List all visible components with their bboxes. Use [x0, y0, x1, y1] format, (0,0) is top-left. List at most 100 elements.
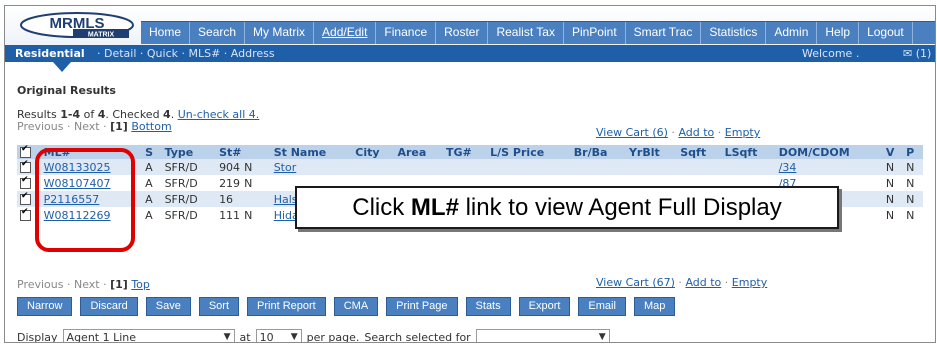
page-title: Original Results: [17, 84, 116, 97]
view-cart-link[interactable]: View Cart (67): [596, 276, 675, 289]
empty-link[interactable]: Empty: [732, 276, 767, 289]
column-header-yrblt[interactable]: YrBlt: [625, 145, 678, 159]
status-cell: A: [142, 159, 162, 175]
nav-tab-realist-tax[interactable]: Realist Tax: [488, 22, 564, 44]
br-ba-cell: [570, 159, 626, 175]
column-header-br-ba[interactable]: Br/Ba: [570, 145, 626, 159]
street-number-cell: 16: [216, 191, 271, 207]
nav-tab-smart-trac[interactable]: Smart Trac: [626, 22, 702, 44]
export-button[interactable]: Export: [518, 297, 571, 316]
v-cell: N: [882, 175, 904, 191]
discard-button[interactable]: Discard: [80, 297, 138, 316]
email-button[interactable]: Email: [578, 297, 626, 316]
type-cell: SFR/D: [161, 191, 217, 207]
street-name-link[interactable]: Stor: [270, 159, 353, 175]
chevron-down-icon: ▼: [598, 332, 606, 342]
sort-button[interactable]: Sort: [198, 297, 240, 316]
street-number-cell: 219 N: [216, 175, 271, 191]
top-link[interactable]: Top: [131, 278, 150, 291]
subnav-residential[interactable]: Residential: [15, 45, 85, 62]
column-header-st-name[interactable]: St Name: [270, 145, 353, 159]
column-header-tg-[interactable]: TG#: [442, 145, 488, 159]
matrix-window: MRMLS MATRIX Home Search My Matrix Add/Edit…: [4, 5, 936, 343]
callout-box: Click ML# link to view Agent Full Displa…: [295, 186, 839, 229]
v-cell: N: [882, 207, 904, 223]
add-to-link[interactable]: Add to: [678, 126, 714, 139]
status-cell: A: [142, 191, 162, 207]
action-buttons: Narrow Discard Save Sort Print Report CMA Prin…: [17, 297, 676, 316]
mail-icon[interactable]: ✉ (1): [903, 45, 931, 62]
nav-tab-home[interactable]: Home: [141, 22, 191, 44]
stats-button[interactable]: Stats: [465, 297, 511, 316]
p-cell: N: [903, 159, 923, 175]
column-header-p[interactable]: P: [903, 145, 923, 159]
uncheck-all-link[interactable]: Un-check all 4.: [178, 108, 260, 121]
dom-cdom-link[interactable]: /34: [775, 159, 883, 175]
lsqft-cell: [721, 159, 776, 175]
column-header-s[interactable]: S: [142, 145, 162, 159]
column-header-l-s-price[interactable]: L/S Price: [487, 145, 571, 159]
search-selected-select[interactable]: ▼: [475, 329, 610, 342]
street-number-cell: 111 N: [216, 207, 271, 223]
nav-tab-statistics[interactable]: Statistics: [701, 22, 767, 44]
map-button[interactable]: Map: [633, 297, 676, 316]
subnav-pointer: [53, 62, 71, 72]
mrmls-matrix-logo[interactable]: MRMLS MATRIX: [19, 12, 139, 40]
nav-tab-finance[interactable]: Finance: [376, 22, 437, 44]
view-cart-link[interactable]: View Cart (6): [596, 126, 668, 139]
save-button[interactable]: Save: [145, 297, 191, 316]
nav-tab-search[interactable]: Search: [190, 22, 246, 44]
nav-tab-add-edit[interactable]: Add/Edit: [314, 22, 377, 44]
nav-tab-my-matrix[interactable]: My Matrix: [245, 22, 315, 44]
type-cell: SFR/D: [161, 175, 217, 191]
area-cell: [394, 159, 443, 175]
tg-cell: [442, 159, 488, 175]
subnav-links[interactable]: · Detail · Quick · MLS# · Address: [97, 45, 275, 62]
column-header-city[interactable]: City: [352, 145, 395, 159]
add-to-link[interactable]: Add to: [685, 276, 721, 289]
column-header-lsqft[interactable]: LSqft: [721, 145, 776, 159]
column-header-type[interactable]: Type: [161, 145, 217, 159]
column-header-area[interactable]: Area: [394, 145, 443, 159]
table-row: W08133025ASFR/D904NStor/34NN: [17, 159, 923, 175]
p-cell: N: [903, 191, 923, 207]
display-format-select[interactable]: Agent 1 Line ▼: [62, 329, 235, 342]
status-cell: A: [142, 207, 162, 223]
column-header-dom-cdom[interactable]: DOM/CDOM: [775, 145, 883, 159]
cart-top: View Cart (6) · Add to · Empty: [596, 126, 761, 139]
sub-nav: Residential · Detail · Quick · MLS# · Ad…: [5, 45, 935, 62]
cma-button[interactable]: CMA: [333, 297, 379, 316]
chevron-down-icon: ▼: [223, 332, 231, 342]
svg-text:MATRIX: MATRIX: [88, 32, 115, 39]
column-header-st-[interactable]: St#: [216, 145, 271, 159]
city-cell: [352, 159, 395, 175]
print-page-button[interactable]: Print Page: [386, 297, 458, 316]
street-number-cell: 904 N: [216, 159, 271, 175]
print-report-button[interactable]: Print Report: [247, 297, 326, 316]
narrow-button[interactable]: Narrow: [17, 297, 73, 316]
empty-link[interactable]: Empty: [725, 126, 760, 139]
nav-tab-roster[interactable]: Roster: [436, 22, 489, 44]
nav-tab-help[interactable]: Help: [817, 22, 860, 44]
ml-column-highlight: [35, 148, 135, 252]
welcome-text: Welcome .: [802, 47, 860, 60]
v-cell: N: [882, 159, 904, 175]
main-nav: Home Search My Matrix Add/Edit Finance Roster…: [141, 21, 935, 44]
chevron-down-icon: ▼: [290, 332, 298, 342]
v-cell: N: [882, 191, 904, 207]
top-bar: MRMLS MATRIX Home Search My Matrix Add/Edit…: [5, 6, 935, 45]
nav-tab-admin[interactable]: Admin: [766, 22, 818, 44]
status-cell: A: [142, 175, 162, 191]
nav-tab-pinpoint[interactable]: PinPoint: [564, 22, 626, 44]
cart-bottom: View Cart (67) · Add to · Empty: [596, 276, 768, 289]
type-cell: SFR/D: [161, 207, 217, 223]
yrblt-cell: [625, 159, 678, 175]
column-header-v[interactable]: V: [882, 145, 904, 159]
bottom-link[interactable]: Bottom: [131, 120, 171, 133]
per-page-select[interactable]: 10 ▼: [255, 329, 302, 342]
nav-tab-logout[interactable]: Logout: [859, 22, 913, 44]
column-header-sqft[interactable]: Sqft: [677, 145, 722, 159]
price-cell: [487, 159, 571, 175]
p-cell: N: [903, 207, 923, 223]
pager-bottom: Previous · Next · [1] Top: [17, 278, 150, 291]
